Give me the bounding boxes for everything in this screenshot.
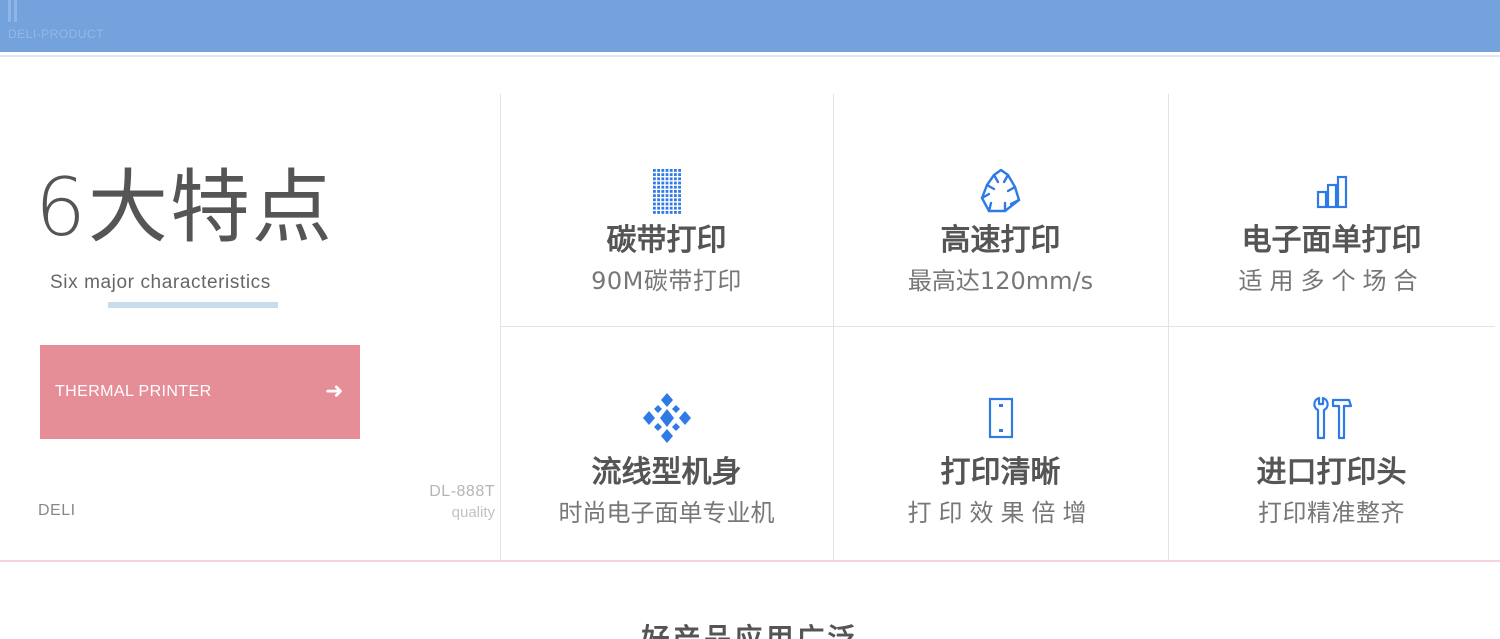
product-page: DELI-PRODUCT 6大特点 Six major characterist… — [0, 0, 1500, 639]
feature-title: 进口打印头 — [1256, 455, 1407, 490]
banner-accent-bar — [8, 0, 11, 22]
feature-desc: 适用多个场合 — [1238, 267, 1425, 295]
feature-desc: 90M碳带打印 — [591, 267, 742, 295]
hero-title: 6大特点 — [35, 161, 334, 254]
banner-subtext: DELI-PRODUCT — [8, 27, 105, 41]
feature-ribbon-printing: 碳带打印 90M碳带打印 — [500, 95, 833, 326]
feature-title: 高速打印 — [940, 223, 1061, 258]
thermal-printer-button[interactable]: THERMAL PRINTER ➜ — [40, 345, 360, 439]
banner-accent-bar — [14, 0, 17, 22]
model-quality: quality — [451, 504, 495, 521]
ribbon-grid-icon — [500, 167, 833, 217]
banner-divider — [0, 55, 1500, 57]
feature-clear-printing: 打印清晰 打印效果倍增 — [833, 327, 1168, 560]
tools-icon — [1168, 393, 1495, 443]
feature-desc: 时尚电子面单专业机 — [558, 499, 775, 527]
feature-desc: 最高达120mm/s — [907, 267, 1094, 295]
feature-title: 碳带打印 — [606, 223, 727, 258]
feature-streamlined-body: 流线型机身 时尚电子面单专业机 — [500, 327, 833, 560]
diamond-cluster-icon — [500, 393, 833, 443]
top-banner: DELI-PRODUCT — [0, 0, 1500, 52]
feature-title: 流线型机身 — [591, 455, 742, 490]
feature-waybill-printing: 电子面单打印 适用多个场合 — [1168, 95, 1495, 326]
hero-subtitle: Six major characteristics — [50, 272, 271, 293]
feature-title: 打印清晰 — [940, 455, 1061, 490]
recycle-icon — [833, 167, 1168, 217]
feature-desc: 打印精准整齐 — [1258, 499, 1405, 527]
section-heading: 好产品应用广泛 — [641, 622, 859, 639]
feature-title: 电子面单打印 — [1241, 223, 1422, 258]
feature-imported-printhead: 进口打印头 打印精准整齐 — [1168, 327, 1495, 560]
bar-chart-icon — [1168, 167, 1495, 217]
feature-desc: 打印效果倍增 — [907, 499, 1094, 527]
model-code: DL-888T — [429, 483, 495, 500]
section-divider — [0, 560, 1500, 562]
print-frame-icon — [833, 393, 1168, 443]
hero-underline — [108, 302, 278, 308]
cta-label: THERMAL PRINTER — [55, 383, 212, 400]
brand-label: DELI — [38, 502, 76, 519]
feature-high-speed: 高速打印 最高达120mm/s — [833, 95, 1168, 326]
arrow-right-icon: ➜ — [325, 379, 344, 404]
